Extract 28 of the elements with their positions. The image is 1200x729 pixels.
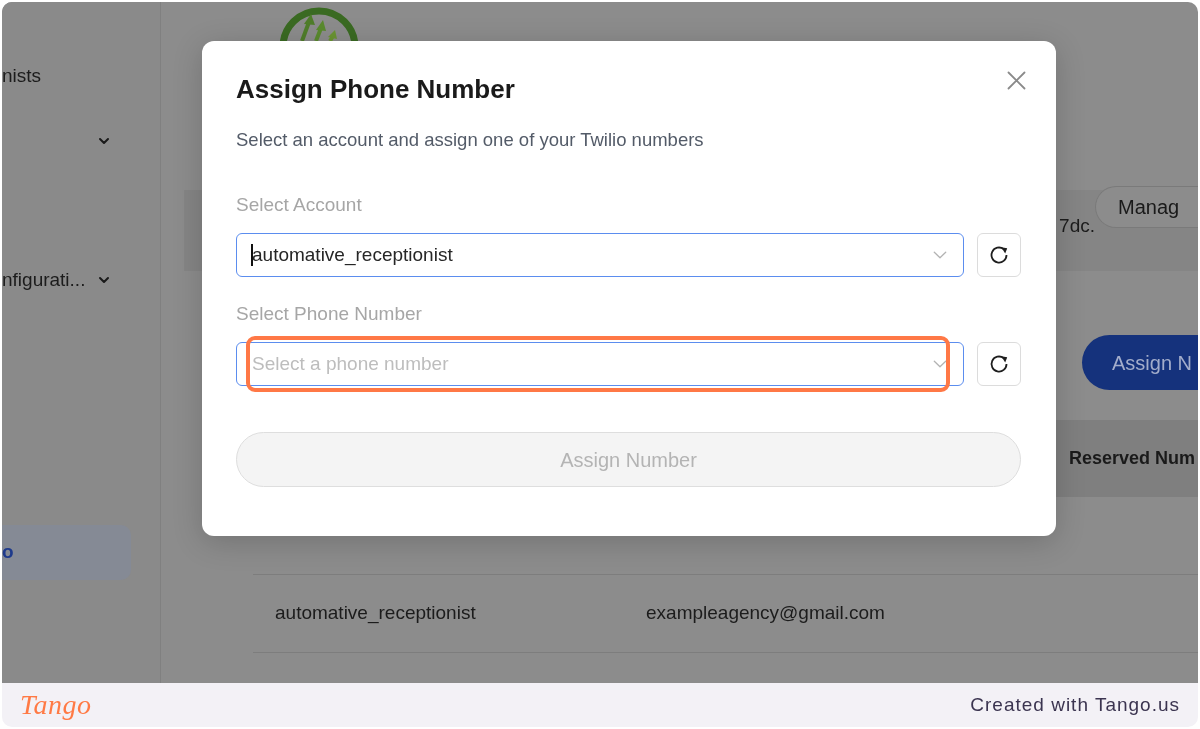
field-label: Select Phone Number	[236, 302, 422, 326]
refresh-button[interactable]	[977, 233, 1021, 277]
sidebar-item[interactable]: nfigurati...	[2, 265, 86, 295]
dialog-title: Assign Phone Number	[236, 74, 515, 104]
field-label: Select Account	[236, 193, 362, 217]
close-icon	[1007, 71, 1026, 90]
chevron-down-icon[interactable]	[98, 276, 110, 284]
table-cell-text: exampleagency@gmail.com	[646, 601, 885, 626]
refresh-icon	[989, 245, 1009, 265]
refresh-icon	[989, 354, 1009, 374]
chevron-down-icon[interactable]	[98, 137, 110, 145]
logo: Tango	[20, 691, 92, 719]
column-header: Reserved Num	[1069, 447, 1196, 470]
sidebar-item[interactable]: o	[2, 525, 131, 580]
credit-text: Created with Tango.us	[970, 692, 1180, 717]
close-button[interactable]	[1007, 71, 1026, 90]
sidebar-item[interactable]: nists	[2, 61, 42, 91]
dialog-subtitle: Select an account and assign one of your Twilio numbers	[236, 128, 704, 152]
manage-button[interactable]: Manag	[1095, 186, 1198, 228]
chevron-down-icon	[933, 251, 947, 259]
phone-number-select[interactable]: Select a phone number	[236, 342, 964, 386]
assign-button[interactable]: Assign N	[1082, 335, 1198, 390]
account-select[interactable]: automative_receptionist	[236, 233, 964, 277]
arrows-ring-icon	[278, 5, 360, 41]
refresh-button[interactable]	[977, 342, 1021, 386]
banner-text: 7dc.	[1059, 214, 1095, 238]
chevron-down-icon	[933, 360, 947, 368]
table-cell-text: automative_receptionist	[275, 601, 476, 626]
